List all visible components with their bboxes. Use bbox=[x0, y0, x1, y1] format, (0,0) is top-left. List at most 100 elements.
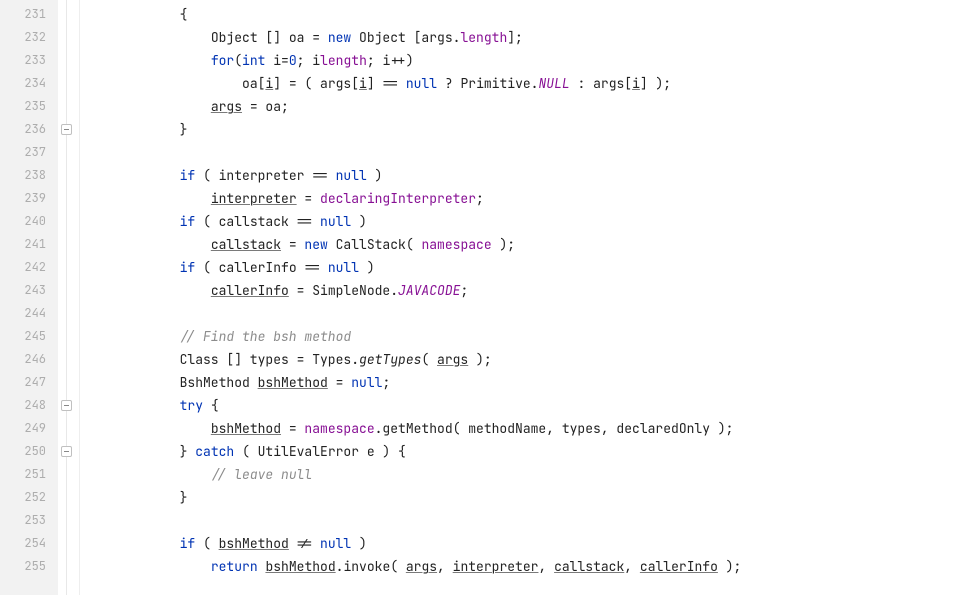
code-line[interactable] bbox=[80, 141, 955, 164]
code-line[interactable]: interpreter = declaringInterpreter; bbox=[80, 187, 955, 210]
gutter: 2312322332342352362372382392402412422432… bbox=[0, 0, 58, 595]
token: ] == bbox=[367, 75, 406, 92]
token: null bbox=[351, 374, 382, 391]
token: ); bbox=[492, 236, 515, 253]
token: ; i++) bbox=[367, 52, 414, 69]
code-line[interactable]: return bshMethod.invoke( args, interpret… bbox=[80, 555, 955, 578]
token: ( callerInfo == bbox=[195, 259, 328, 276]
line-number[interactable]: 246 bbox=[0, 348, 58, 371]
line-number[interactable]: 232 bbox=[0, 26, 58, 49]
fold-handle-icon[interactable] bbox=[61, 446, 72, 457]
line-number[interactable]: 251 bbox=[0, 463, 58, 486]
code-line[interactable]: } catch ( UtilEvalError e ) { bbox=[80, 440, 955, 463]
token: try bbox=[180, 397, 203, 414]
token: new bbox=[328, 29, 351, 46]
token: bshMethod bbox=[265, 558, 335, 575]
token: = bbox=[297, 190, 320, 207]
code-line[interactable]: Class [] types = Types.getTypes( args ); bbox=[80, 348, 955, 371]
token: ) bbox=[359, 259, 375, 276]
token: if bbox=[180, 535, 196, 552]
code-line[interactable]: BshMethod bshMethod = null; bbox=[80, 371, 955, 394]
line-number[interactable]: 233 bbox=[0, 49, 58, 72]
token: null bbox=[336, 167, 367, 184]
token: args bbox=[406, 558, 437, 575]
line-number[interactable]: 249 bbox=[0, 417, 58, 440]
line-number[interactable]: 242 bbox=[0, 256, 58, 279]
code-line[interactable]: } bbox=[80, 486, 955, 509]
token: Class [] types = Types. bbox=[180, 351, 359, 368]
line-number[interactable]: 254 bbox=[0, 532, 58, 555]
code-line[interactable]: try { bbox=[80, 394, 955, 417]
line-number[interactable]: 237 bbox=[0, 141, 58, 164]
token: getTypes bbox=[359, 351, 421, 368]
code-line[interactable] bbox=[80, 302, 955, 325]
line-number[interactable]: 250 bbox=[0, 440, 58, 463]
line-number[interactable]: 243 bbox=[0, 279, 58, 302]
code-area[interactable]: { Object [] oa = new Object [args.length… bbox=[80, 0, 955, 595]
line-number[interactable]: 245 bbox=[0, 325, 58, 348]
fold-handle-icon[interactable] bbox=[61, 400, 72, 411]
token: ; bbox=[460, 282, 468, 299]
token: namespace bbox=[421, 236, 491, 253]
fold-handle-icon[interactable] bbox=[61, 124, 72, 135]
token: ( bbox=[195, 535, 218, 552]
token: callstack bbox=[211, 236, 281, 253]
line-number[interactable]: 255 bbox=[0, 555, 58, 578]
token: null bbox=[406, 75, 437, 92]
code-line[interactable]: if ( interpreter == null ) bbox=[80, 164, 955, 187]
token: = bbox=[281, 420, 304, 437]
fold-column bbox=[58, 0, 80, 595]
code-line[interactable]: callstack = new CallStack( namespace ); bbox=[80, 233, 955, 256]
code-line[interactable]: // leave null bbox=[80, 463, 955, 486]
token: ( bbox=[234, 52, 242, 69]
token: ? Primitive. bbox=[437, 75, 538, 92]
line-number[interactable]: 241 bbox=[0, 233, 58, 256]
code-line[interactable]: // Find the bsh method bbox=[80, 325, 955, 348]
line-number[interactable]: 240 bbox=[0, 210, 58, 233]
token: ( callstack == bbox=[195, 213, 320, 230]
line-number[interactable]: 238 bbox=[0, 164, 58, 187]
token: ) bbox=[351, 535, 367, 552]
code-line[interactable]: bshMethod = namespace.getMethod( methodN… bbox=[80, 417, 955, 440]
token: catch bbox=[195, 443, 234, 460]
token: bshMethod bbox=[211, 420, 281, 437]
token: interpreter bbox=[453, 558, 539, 575]
code-line[interactable]: if ( callerInfo == null ) bbox=[80, 256, 955, 279]
line-number[interactable]: 253 bbox=[0, 509, 58, 532]
code-line[interactable] bbox=[80, 509, 955, 532]
line-number[interactable]: 247 bbox=[0, 371, 58, 394]
code-line[interactable]: if ( bshMethod != null ) bbox=[80, 532, 955, 555]
code-line[interactable]: { bbox=[80, 3, 955, 26]
token: ); bbox=[718, 558, 741, 575]
token: != bbox=[289, 535, 320, 552]
code-line[interactable]: } bbox=[80, 118, 955, 141]
code-line[interactable]: oa[i] = ( args[i] == null ? Primitive.NU… bbox=[80, 72, 955, 95]
line-number[interactable]: 248 bbox=[0, 394, 58, 417]
token: { bbox=[180, 6, 188, 23]
token: , bbox=[624, 558, 640, 575]
line-number[interactable]: 236 bbox=[0, 118, 58, 141]
token: i= bbox=[265, 52, 288, 69]
token: .getMethod( methodName, types, declaredO… bbox=[375, 420, 734, 437]
token: Object [args. bbox=[351, 29, 460, 46]
token: bshMethod bbox=[219, 535, 289, 552]
line-number[interactable]: 231 bbox=[0, 3, 58, 26]
code-line[interactable]: args = oa; bbox=[80, 95, 955, 118]
code-line[interactable]: if ( callstack == null ) bbox=[80, 210, 955, 233]
line-number[interactable]: 252 bbox=[0, 486, 58, 509]
line-number[interactable]: 234 bbox=[0, 72, 58, 95]
code-line[interactable]: callerInfo = SimpleNode.JAVACODE; bbox=[80, 279, 955, 302]
token: , bbox=[538, 558, 554, 575]
line-number[interactable]: 235 bbox=[0, 95, 58, 118]
token: = bbox=[281, 236, 304, 253]
token: declaringInterpreter bbox=[320, 190, 476, 207]
token: = bbox=[328, 374, 351, 391]
token: NULL bbox=[538, 75, 569, 92]
token: null bbox=[320, 535, 351, 552]
token: interpreter bbox=[211, 190, 297, 207]
code-line[interactable]: Object [] oa = new Object [args.length]; bbox=[80, 26, 955, 49]
token: // Find the bsh method bbox=[180, 328, 352, 345]
code-line[interactable]: for(int i=0; ilength; i++) bbox=[80, 49, 955, 72]
line-number[interactable]: 244 bbox=[0, 302, 58, 325]
line-number[interactable]: 239 bbox=[0, 187, 58, 210]
